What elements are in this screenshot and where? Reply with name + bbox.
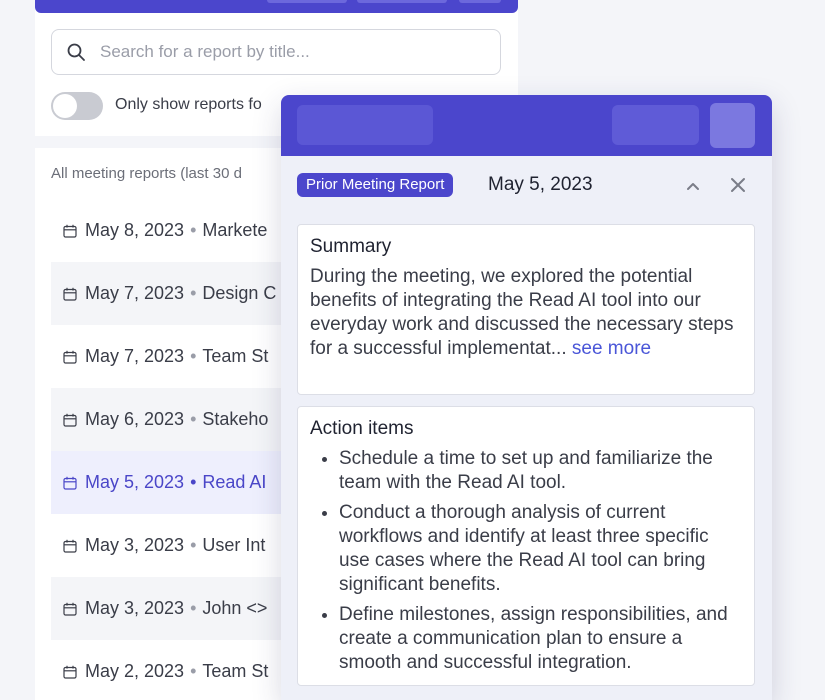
separator-dot: •	[190, 598, 197, 618]
separator-dot: •	[190, 220, 197, 240]
calendar-icon	[63, 350, 77, 364]
see-more-link[interactable]: see more	[572, 338, 651, 359]
separator-dot: •	[190, 661, 197, 681]
header-square-button[interactable]	[710, 103, 755, 148]
chevron-up-icon[interactable]	[684, 177, 702, 195]
action-item: Define milestones, assign responsibiliti…	[339, 603, 742, 675]
popup-header	[281, 95, 772, 156]
toggle-label: Only show reports fo	[115, 96, 262, 113]
action-items-title: Action items	[310, 418, 414, 439]
summary-text-block: During the meeting, we explored the pote…	[310, 265, 742, 361]
action-items-list: Schedule a time to set up and familiariz…	[310, 447, 742, 675]
report-date-heading: May 5, 2023	[488, 174, 593, 195]
action-items-card: Action items Schedule a time to set up a…	[297, 406, 755, 686]
search-icon	[67, 43, 85, 61]
header-action-block[interactable]	[612, 105, 699, 145]
summary-text: During the meeting, we explored the pote…	[310, 266, 734, 359]
report-title: Read AI	[202, 472, 267, 492]
report-title: Stakeho	[202, 409, 269, 429]
search-box[interactable]	[51, 29, 501, 75]
search-input[interactable]	[100, 30, 480, 74]
calendar-icon	[63, 602, 77, 616]
report-title: Team St	[202, 346, 269, 366]
report-date: May 2, 2023	[85, 661, 185, 681]
header-placeholder-block	[297, 105, 433, 145]
report-date: May 5, 2023	[85, 472, 185, 492]
calendar-icon	[63, 476, 77, 490]
action-item: Schedule a time to set up and familiariz…	[339, 447, 742, 495]
top-bar-button[interactable]	[459, 0, 501, 3]
separator-dot: •	[190, 472, 197, 492]
summary-card: Summary During the meeting, we explored …	[297, 224, 755, 395]
report-title: Design C	[202, 283, 277, 303]
only-mine-toggle[interactable]	[51, 92, 103, 120]
close-icon[interactable]	[729, 176, 747, 194]
calendar-icon	[63, 665, 77, 679]
report-date: May 6, 2023	[85, 409, 185, 429]
report-date: May 3, 2023	[85, 598, 185, 618]
top-bar-tab[interactable]	[357, 0, 447, 3]
calendar-icon	[63, 413, 77, 427]
report-date: May 7, 2023	[85, 346, 185, 366]
report-date: May 8, 2023	[85, 220, 185, 240]
calendar-icon	[63, 224, 77, 238]
separator-dot: •	[190, 535, 197, 555]
summary-title: Summary	[310, 236, 392, 257]
separator-dot: •	[190, 283, 197, 303]
calendar-icon	[63, 287, 77, 301]
separator-dot: •	[190, 409, 197, 429]
report-title: Markete	[202, 220, 268, 240]
list-header: All meeting reports (last 30 d	[51, 165, 242, 182]
panel-top-bar	[35, 0, 518, 13]
toggle-knob	[53, 94, 77, 118]
top-bar-tab[interactable]	[267, 0, 347, 3]
action-item: Conduct a thorough analysis of current w…	[339, 501, 742, 597]
report-title: John <>	[202, 598, 268, 618]
prior-report-badge: Prior Meeting Report	[297, 173, 454, 197]
report-popup: Prior Meeting Report May 5, 2023 Summary…	[281, 95, 772, 700]
calendar-icon	[63, 539, 77, 553]
separator-dot: •	[190, 346, 197, 366]
report-date: May 7, 2023	[85, 283, 185, 303]
report-date: May 3, 2023	[85, 535, 185, 555]
report-title: Team St	[202, 661, 269, 681]
report-title: User Int	[202, 535, 266, 555]
